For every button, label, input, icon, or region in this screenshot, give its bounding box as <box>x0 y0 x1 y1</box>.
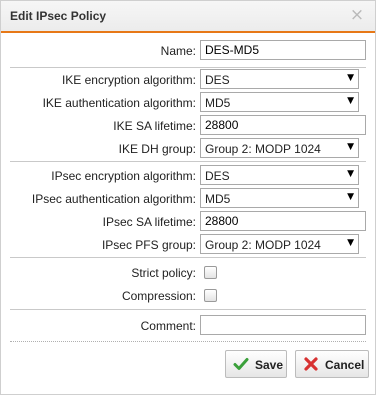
dropdown-arrow-icon: ▼ <box>347 238 354 248</box>
name-row: Name: <box>1 40 375 62</box>
dropdown-arrow-icon: ▼ <box>347 73 354 83</box>
ike-encryption-label: IKE encryption algorithm: <box>61 73 196 87</box>
ike-authentication-label: IKE authentication algorithm: <box>42 96 196 110</box>
ike-sa-lifetime-row: IKE SA lifetime: <box>1 115 375 137</box>
ike-authentication-select[interactable]: MD5 ▼ <box>200 92 359 112</box>
checkmark-icon <box>233 358 249 370</box>
cancel-button[interactable]: Cancel <box>295 350 369 378</box>
ipsec-pfs-group-row: IPsec PFS group: Group 2: MODP 1024 ▼ <box>1 234 375 256</box>
separator <box>10 67 366 68</box>
ipsec-pfs-group-value: Group 2: MODP 1024 <box>205 238 321 252</box>
ike-dh-group-select[interactable]: Group 2: MODP 1024 ▼ <box>200 138 359 158</box>
comment-label: Comment: <box>140 319 196 333</box>
separator <box>10 161 366 162</box>
ipsec-encryption-row: IPsec encryption algorithm: DES ▼ <box>1 165 375 187</box>
separator <box>10 257 366 258</box>
comment-input[interactable] <box>200 315 366 335</box>
dropdown-arrow-icon: ▼ <box>347 169 354 179</box>
strict-policy-label: Strict policy: <box>131 266 196 280</box>
name-input[interactable] <box>200 40 366 60</box>
x-icon <box>304 357 318 371</box>
ipsec-authentication-label: IPsec authentication algorithm: <box>31 192 196 206</box>
cancel-button-label: Cancel <box>325 358 365 372</box>
edit-ipsec-policy-dialog: Edit IPsec Policy × Name: IKE encryption… <box>0 0 376 395</box>
ike-dh-group-label: IKE DH group: <box>118 142 196 156</box>
ike-encryption-select[interactable]: DES ▼ <box>200 69 359 89</box>
ike-encryption-value: DES <box>205 73 230 87</box>
separator <box>10 309 366 310</box>
compression-checkbox[interactable] <box>204 289 217 302</box>
ipsec-sa-lifetime-input[interactable] <box>200 211 366 231</box>
name-label: Name: <box>160 44 196 58</box>
ipsec-encryption-select[interactable]: DES ▼ <box>200 165 359 185</box>
ipsec-authentication-select[interactable]: MD5 ▼ <box>200 188 359 208</box>
ike-encryption-row: IKE encryption algorithm: DES ▼ <box>1 69 375 91</box>
ipsec-authentication-row: IPsec authentication algorithm: MD5 ▼ <box>1 188 375 210</box>
ipsec-pfs-group-label: IPsec PFS group: <box>101 238 196 252</box>
dropdown-arrow-icon: ▼ <box>347 192 354 202</box>
strict-policy-checkbox[interactable] <box>204 266 217 279</box>
strict-policy-row: Strict policy: <box>1 262 375 284</box>
comment-row: Comment: <box>1 315 375 337</box>
save-button-label: Save <box>255 358 284 372</box>
ike-dh-group-value: Group 2: MODP 1024 <box>205 142 321 156</box>
dotted-separator <box>10 341 366 342</box>
ike-sa-lifetime-label: IKE SA lifetime: <box>113 119 196 133</box>
compression-row: Compression: <box>1 285 375 307</box>
ike-authentication-value: MD5 <box>205 96 231 110</box>
ike-authentication-row: IKE authentication algorithm: MD5 ▼ <box>1 92 375 114</box>
dialog-titlebar: Edit IPsec Policy × <box>1 1 375 33</box>
dropdown-arrow-icon: ▼ <box>347 142 354 152</box>
compression-label: Compression: <box>121 289 196 303</box>
ipsec-pfs-group-select[interactable]: Group 2: MODP 1024 ▼ <box>200 234 359 254</box>
ike-dh-group-row: IKE DH group: Group 2: MODP 1024 ▼ <box>1 138 375 160</box>
dropdown-arrow-icon: ▼ <box>347 96 354 106</box>
ipsec-encryption-value: DES <box>205 169 230 183</box>
dialog-title: Edit IPsec Policy <box>10 9 107 23</box>
ipsec-authentication-value: MD5 <box>205 192 231 206</box>
ike-sa-lifetime-input[interactable] <box>200 115 366 135</box>
ipsec-sa-lifetime-label: IPsec SA lifetime: <box>102 215 196 229</box>
save-button[interactable]: Save <box>225 350 287 378</box>
close-icon[interactable]: × <box>349 7 365 24</box>
ipsec-encryption-label: IPsec encryption algorithm: <box>51 169 196 183</box>
ipsec-sa-lifetime-row: IPsec SA lifetime: <box>1 211 375 233</box>
